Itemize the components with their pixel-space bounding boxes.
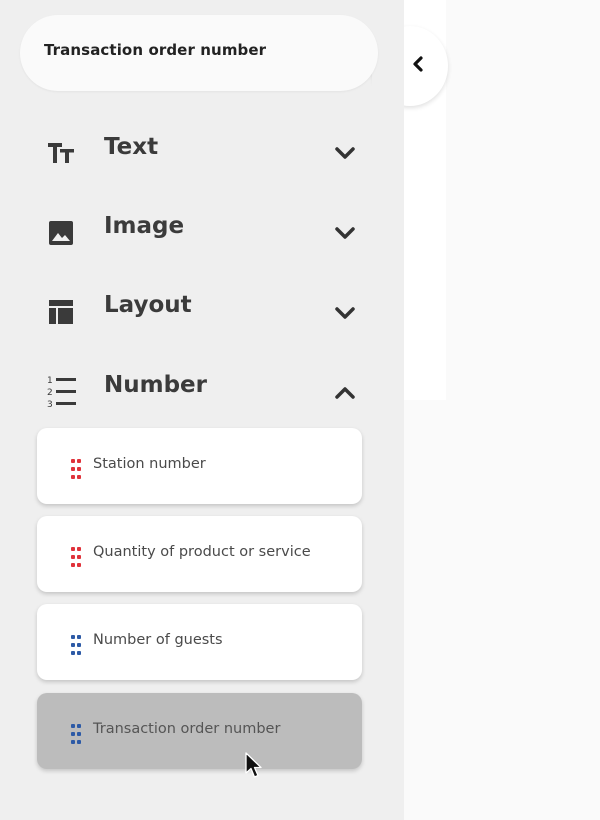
- field-label: Number of guests: [93, 632, 223, 648]
- svg-text:1: 1: [47, 376, 53, 386]
- layout-icon: [49, 300, 73, 324]
- drag-handle-icon[interactable]: [69, 723, 83, 745]
- drag-handle-icon[interactable]: [69, 546, 83, 568]
- category-label: Image: [104, 213, 185, 239]
- svg-text:2: 2: [47, 388, 53, 398]
- category-label: Text: [104, 134, 159, 160]
- category-text[interactable]: Text: [0, 120, 404, 180]
- chevron-down-icon[interactable]: [334, 226, 356, 240]
- field-card-station-number[interactable]: Station number: [37, 428, 362, 504]
- field-label: Quantity of product or service: [93, 544, 311, 560]
- field-card-transaction-order-number[interactable]: Transaction order number: [37, 693, 362, 769]
- category-image[interactable]: Image: [0, 200, 404, 260]
- category-layout[interactable]: Layout: [0, 280, 404, 340]
- image-icon: [49, 221, 73, 245]
- svg-text:3: 3: [47, 400, 53, 410]
- chevron-down-icon[interactable]: [334, 306, 356, 320]
- field-card-quantity[interactable]: Quantity of product or service: [37, 516, 362, 592]
- field-card-number-of-guests[interactable]: Number of guests: [37, 604, 362, 680]
- chevron-left-icon[interactable]: [411, 55, 425, 73]
- field-label: Transaction order number: [93, 721, 281, 737]
- chevron-down-icon[interactable]: [334, 146, 356, 160]
- drag-handle-icon[interactable]: [69, 634, 83, 656]
- text-size-icon: [48, 143, 74, 163]
- search-input-value[interactable]: Transaction order number: [44, 41, 266, 59]
- sidebar-edge: [372, 20, 404, 112]
- numbered-list-icon: 1 2 3: [47, 376, 76, 410]
- category-label: Layout: [104, 292, 192, 318]
- category-label: Number: [104, 372, 207, 398]
- field-label: Station number: [93, 456, 206, 472]
- chevron-up-icon[interactable]: [334, 386, 356, 400]
- mouse-pointer-icon: [245, 752, 262, 778]
- category-number[interactable]: 1 2 3 Number: [0, 360, 404, 420]
- drag-handle-icon[interactable]: [69, 458, 83, 480]
